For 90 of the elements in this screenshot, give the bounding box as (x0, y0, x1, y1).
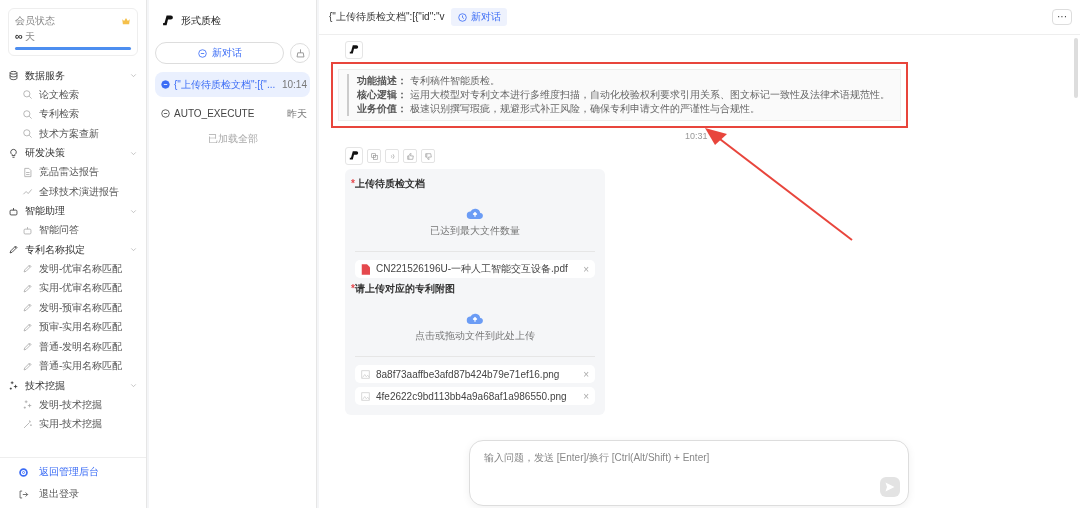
clock-icon (456, 11, 468, 23)
chat-icon (160, 79, 171, 90)
pencil-icon (22, 321, 33, 333)
chat-icon (197, 47, 208, 59)
send-icon (884, 481, 896, 493)
intro-line: 功能描述： 专利稿件智能质检。 (347, 74, 890, 88)
message-time: 10:31 (685, 131, 709, 141)
sparkle-icon (22, 399, 33, 411)
crown-icon (121, 16, 131, 26)
nav-group[interactable]: 专利名称拟定 (8, 240, 138, 259)
nav-item[interactable]: 发明-优审名称匹配 (8, 259, 138, 279)
message-input[interactable]: 输入问题，发送 [Enter]/换行 [Ctrl(Alt/Shift) + Enter] (482, 449, 894, 489)
thumbs-down-button[interactable] (421, 149, 435, 163)
list-end-note: 已加载全部 (206, 132, 259, 146)
nav-item[interactable]: 全球技术演进报告 (8, 182, 138, 202)
wand-icon (22, 418, 33, 430)
days-unit: 天 (24, 30, 35, 44)
membership-label: 会员状态 (15, 14, 55, 28)
logout-icon (18, 488, 29, 500)
nav-item[interactable]: 论文检索 (8, 85, 138, 105)
thumbs-up-icon (405, 151, 415, 161)
app-title: 形式质检 (181, 14, 221, 28)
chat-title: {"上传待质检文档":[{"id":"v (329, 10, 445, 24)
field-label: *请上传对应的专利附图 (351, 282, 456, 296)
nav-group[interactable]: 智能助理 (8, 201, 138, 221)
logout-link[interactable]: 退出登录 (8, 486, 138, 502)
nav-item[interactable]: 智能问答 (8, 220, 138, 240)
pencil-icon (22, 263, 33, 275)
doc-icon (22, 166, 33, 178)
intro-line: 业务价值： 极速识别撰写瑕疵，规避形式补正风险，确保专利申请文件的严谨性与合规性。 (347, 102, 890, 116)
search-icon (22, 108, 33, 120)
chat-icon (160, 108, 171, 119)
file-name: CN221526196U-一种人工智能交互设备.pdf (376, 262, 569, 276)
search-icon (22, 89, 33, 101)
upload-area[interactable]: 点击或拖动文件到此处上传 (355, 298, 595, 357)
nav-item[interactable]: 技术方案查新 (8, 124, 138, 144)
conversation-item[interactable]: AUTO_EXECUTE 昨天 (155, 101, 310, 126)
bulb-icon (8, 147, 19, 159)
search-icon (22, 128, 33, 140)
database-icon (8, 70, 19, 81)
nav-item[interactable]: 普通-发明名称匹配 (8, 337, 138, 357)
nav-item[interactable]: 发明-技术挖掘 (8, 395, 138, 415)
intro-line: 核心逻辑： 运用大模型对专利文本进行多维度扫描，自动化校验权利要求引用关系、图文标记一致性及法律术语规范性。 (347, 88, 890, 102)
nav-item[interactable]: 普通-实用名称匹配 (8, 356, 138, 376)
nav-item[interactable]: 专利检索 (8, 104, 138, 124)
nav-item[interactable]: 实用-技术挖掘 (8, 414, 138, 434)
more-button[interactable]: ··· (1052, 9, 1072, 25)
pencil-icon (8, 244, 19, 255)
pencil-icon (22, 360, 33, 372)
pencil-icon (22, 282, 33, 294)
chevron-icon (129, 71, 138, 80)
field-label: *上传待质检文档 (351, 177, 426, 191)
nav-group[interactable]: 技术挖掘 (8, 376, 138, 395)
new-chat-tag: 新对话 (450, 8, 507, 26)
conversation-item[interactable]: {"上传待质检文档":[{"... 10:14 (155, 72, 310, 97)
robot-icon (22, 224, 33, 236)
input-panel[interactable]: 输入问题，发送 [Enter]/换行 [Ctrl(Alt/Shift) + Enter] (469, 440, 909, 506)
send-button[interactable] (880, 477, 900, 497)
thumbs-down-icon (423, 151, 433, 161)
nav-item[interactable]: 竞品雷达报告 (8, 162, 138, 182)
sparkle-icon (8, 380, 19, 391)
speaker-button[interactable] (385, 149, 399, 163)
bot-avatar (345, 41, 363, 59)
chevron-icon (129, 381, 138, 390)
nav-item[interactable]: 预审-实用名称匹配 (8, 317, 138, 337)
robot-icon (8, 205, 19, 217)
thumbs-up-button[interactable] (403, 149, 417, 163)
nav-group[interactable]: 数据服务 (8, 66, 138, 85)
upload-area[interactable]: 已达到最大文件数量 (355, 193, 595, 252)
nav-item[interactable]: 实用-优审名称匹配 (8, 278, 138, 298)
settings-icon (18, 466, 29, 478)
file-name: 4fe2622c9bd113bb4a9a68af1a986550.png (376, 390, 568, 402)
upload-cloud-icon (466, 311, 484, 325)
image-file-icon (361, 390, 370, 402)
image-file-icon (361, 368, 370, 380)
logo-icon (161, 14, 175, 28)
file-name: 8a8f73aaffbe3afd87b424b79e71ef16.png (376, 368, 561, 380)
broom-icon (294, 47, 306, 59)
nav-item[interactable]: 发明-预审名称匹配 (8, 298, 138, 318)
pencil-icon (22, 302, 33, 314)
membership-days: ∞ (15, 30, 23, 42)
pencil-icon (22, 341, 33, 353)
upload-cloud-icon (466, 206, 484, 220)
bot-avatar (345, 147, 363, 165)
chevron-icon (129, 245, 138, 254)
copy-button[interactable] (367, 149, 381, 163)
copy-icon (369, 151, 379, 161)
nav-group[interactable]: 研发决策 (8, 143, 138, 163)
admin-link[interactable]: 返回管理后台 (8, 464, 138, 480)
pdf-file-icon (361, 263, 370, 275)
